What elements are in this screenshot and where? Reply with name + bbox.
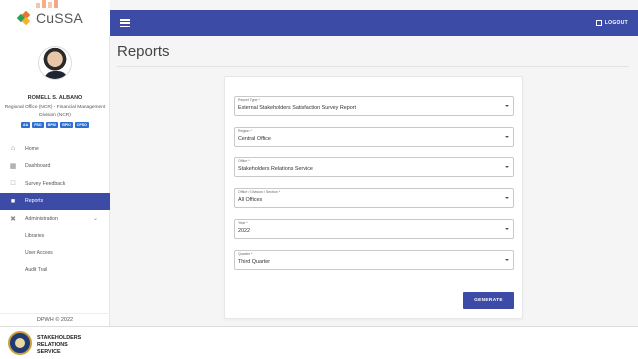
sidebar-item-label: Home: [25, 145, 39, 152]
home-icon: ⌂: [10, 145, 16, 153]
role-badges: AA FSO BPKI BPKI CPSO: [0, 122, 110, 128]
chevron-down-icon: ⌄: [92, 216, 98, 223]
menu-icon[interactable]: [120, 19, 130, 27]
srs-line2: RELATIONS: [37, 341, 68, 348]
logout-button[interactable]: LOGOUT: [595, 20, 628, 26]
copyright: DPWH © 2022: [0, 313, 110, 323]
region-select[interactable]: Region * Central Office: [234, 127, 514, 147]
field-label: Office *: [238, 159, 250, 163]
sidebar-item-survey-feedback[interactable]: □ Survey Feedback: [0, 175, 110, 193]
sidebar-item-label: Reports: [25, 198, 44, 205]
srs-seal-icon: [8, 331, 32, 355]
sidebar-subitem-libraries[interactable]: Libraries: [0, 228, 110, 245]
sidebar-item-administration[interactable]: ✖ Administration ⌄: [0, 210, 110, 228]
field-value: Third Quarter: [238, 259, 271, 265]
dropdown-arrow-icon: [505, 166, 509, 168]
dropdown-arrow-icon: [505, 228, 509, 230]
sidebar-item-label: Survey Feedback: [25, 180, 66, 187]
brand[interactable]: CuSSA: [0, 0, 110, 36]
dropdown-arrow-icon: [505, 136, 509, 138]
dropdown-arrow-icon: [505, 197, 509, 199]
bottom-brand-band: STAKEHOLDERS RELATIONS SERVICE: [0, 326, 638, 359]
dropdown-arrow-icon: [505, 105, 509, 107]
field-label: Office / Division / Section *: [238, 190, 281, 194]
field-label: Report Type *: [238, 98, 260, 102]
logout-icon: [595, 20, 602, 26]
avatar: [38, 46, 72, 80]
field-label: Quarter *: [238, 252, 253, 256]
field-value: External Stakeholders Satisfaction Surve…: [238, 105, 357, 111]
role-badge: BPKI: [45, 122, 59, 128]
sidebar-item-dashboard[interactable]: ▦ Dashboard: [0, 158, 110, 176]
profile-office: Regional Office (NCR) - Financial Manage…: [2, 104, 108, 119]
srs-line3: SERVICE: [37, 348, 61, 355]
division-section-select[interactable]: Office / Division / Section * All Office…: [234, 188, 514, 208]
quarter-select[interactable]: Quarter * Third Quarter: [234, 250, 514, 270]
logout-label: LOGOUT: [604, 20, 628, 26]
sidebar-item-reports[interactable]: ■ Reports: [0, 192, 110, 210]
decorative-bars: [36, 0, 62, 8]
field-value: Stakeholders Relations Service: [238, 166, 313, 172]
profile-office-line1: Regional Office (NCR) - Financial Manage…: [4, 105, 106, 110]
report-icon: ■: [10, 197, 16, 205]
field-value: Central Office: [238, 136, 271, 142]
sidebar-subitem-user-access[interactable]: User Access: [0, 245, 110, 262]
page-title: Reports: [117, 43, 170, 60]
report-type-select[interactable]: Report Type * External Stakeholders Sati…: [234, 96, 514, 116]
feedback-icon: □: [10, 180, 16, 188]
app-root: CuSSA LOGOUT ROMELL S. ALBANO Regional O…: [0, 0, 638, 359]
role-badge: FSO: [32, 122, 44, 128]
dashboard-icon: ▦: [9, 163, 17, 171]
profile-name: ROMELL S. ALBANO: [27, 95, 83, 101]
role-badge: AA: [21, 122, 31, 128]
generate-button[interactable]: GENERATE: [463, 292, 514, 309]
sidebar: ROMELL S. ALBANO Regional Office (NCR) -…: [0, 36, 110, 326]
role-badge: BPKI: [60, 122, 73, 128]
field-value: 2022: [238, 228, 250, 234]
field-label: Region *: [238, 129, 252, 133]
office-select[interactable]: Office * Stakeholders Relations Service: [234, 157, 514, 177]
sidebar-item-label: Dashboard: [25, 163, 51, 170]
role-badge: CPSO: [74, 122, 89, 128]
app-name: CuSSA: [36, 10, 83, 26]
tools-icon: ✖: [10, 215, 16, 223]
year-select[interactable]: Year * 2022: [234, 219, 514, 239]
profile-office-line2: Division (NCR): [39, 112, 71, 118]
dropdown-arrow-icon: [505, 259, 509, 261]
srs-text: STAKEHOLDERS RELATIONS SERVICE: [37, 335, 81, 355]
field-label: Year *: [238, 221, 248, 225]
sidebar-item-label: Administration: [25, 215, 58, 222]
divider: [117, 66, 629, 67]
app-logo-icon: [16, 10, 31, 26]
report-form-card: Report Type * External Stakeholders Sati…: [224, 76, 523, 319]
sidebar-nav: ⌂ Home ▦ Dashboard □ Survey Feedback ■ R…: [0, 140, 110, 279]
top-bar: LOGOUT: [110, 10, 638, 36]
sidebar-item-home[interactable]: ⌂ Home: [0, 140, 110, 158]
field-value: All Offices: [238, 197, 263, 203]
srs-line1: STAKEHOLDERS: [37, 335, 82, 341]
sidebar-subitem-audit-trail[interactable]: Audit Trail: [0, 262, 110, 279]
